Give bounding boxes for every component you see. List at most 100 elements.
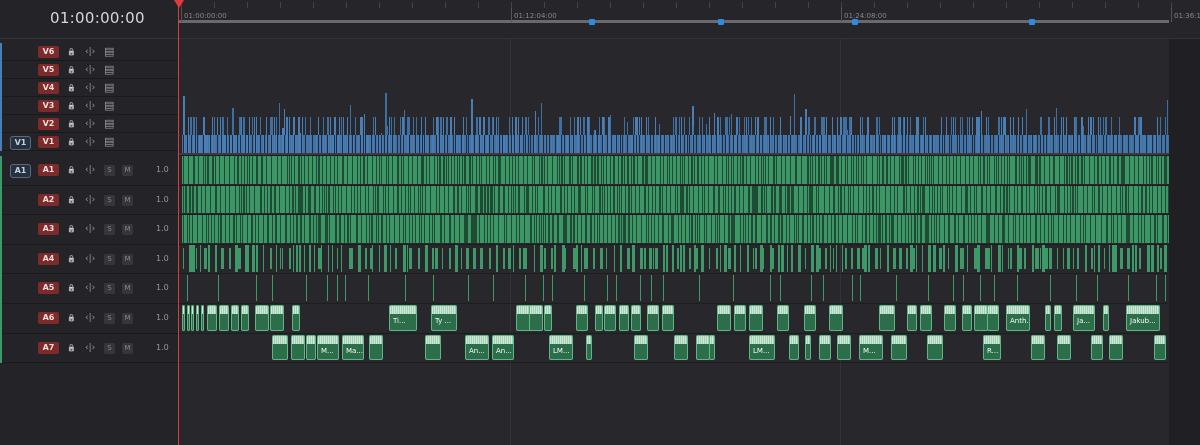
audio-clip[interactable]	[281, 247, 283, 270]
audio-clip[interactable]	[369, 334, 383, 361]
audio-clip[interactable]	[920, 305, 932, 331]
audio-clip[interactable]: LM...	[549, 334, 573, 361]
audio-clip[interactable]	[1127, 247, 1131, 270]
audio-clip[interactable]	[525, 247, 527, 270]
audio-clip[interactable]	[907, 305, 917, 331]
audio-clip[interactable]	[1056, 247, 1058, 270]
mute-button[interactable]: M	[122, 313, 133, 324]
audio-clip[interactable]	[896, 275, 898, 301]
audio-clip[interactable]	[309, 244, 312, 273]
audio-clip[interactable]	[674, 334, 688, 361]
audio-clip[interactable]: Ma...	[342, 334, 364, 361]
audio-clip[interactable]	[1132, 244, 1135, 273]
audio-track-header-a5[interactable]: A5 🔒 ‹|› S M 1.0	[0, 274, 178, 304]
lock-icon[interactable]: 🔒	[67, 253, 76, 265]
audio-clip[interactable]	[1146, 244, 1150, 273]
audio-clip[interactable]	[993, 275, 995, 301]
audio-clip[interactable]	[395, 247, 398, 270]
audio-clip[interactable]	[626, 247, 630, 270]
audio-clip[interactable]	[352, 247, 354, 270]
audio-track-header-a3[interactable]: A3 🔒 ‹|› S M 1.0	[0, 215, 178, 245]
audio-clip[interactable]	[955, 244, 959, 273]
audio-clip[interactable]	[805, 334, 811, 361]
audio-clip[interactable]	[698, 275, 700, 301]
timeline-marker[interactable]	[1029, 19, 1035, 25]
audio-clip[interactable]	[921, 244, 923, 273]
timeline-marker[interactable]	[718, 19, 724, 25]
audio-clip[interactable]	[240, 247, 242, 270]
audio-clip[interactable]	[906, 247, 909, 270]
audio-clip[interactable]	[1010, 247, 1013, 270]
audio-clip[interactable]	[229, 247, 232, 270]
audio-clip[interactable]	[207, 305, 217, 331]
audio-clip[interactable]: Anth...	[1006, 305, 1030, 331]
audio-clip[interactable]	[1066, 247, 1070, 270]
audio-clip[interactable]	[187, 275, 188, 301]
audio-clip[interactable]	[252, 244, 256, 273]
audio-clip[interactable]	[196, 247, 198, 270]
mute-button[interactable]: M	[122, 342, 133, 354]
audio-clip[interactable]	[256, 244, 259, 273]
audio-clip[interactable]	[963, 275, 965, 301]
video-track-header-v2[interactable]: V2 🔒 ‹|› ▤	[0, 115, 178, 133]
film-icon[interactable]: ▤	[104, 100, 114, 112]
track-label[interactable]: A6	[38, 312, 59, 324]
auto-select-icon[interactable]: ‹|›	[85, 164, 95, 176]
audio-clip[interactable]	[1084, 244, 1087, 273]
playhead-handle[interactable]	[174, 0, 184, 8]
audio-clip[interactable]	[942, 244, 945, 273]
timeline-ruler[interactable]: 01:00:00:00 01:12:04:00 01:24:08:00 01:36:1…	[179, 0, 1200, 39]
audio-clip[interactable]	[248, 244, 250, 273]
audio-clip[interactable]	[410, 247, 412, 270]
audio-clip[interactable]: Ja...	[1073, 305, 1095, 331]
audio-clip[interactable]	[1031, 334, 1045, 361]
mute-button[interactable]: M	[122, 224, 133, 236]
audio-clip[interactable]	[214, 244, 217, 273]
audio-clip[interactable]	[755, 247, 758, 270]
audio-clip[interactable]	[435, 247, 439, 270]
lock-icon[interactable]: 🔒	[67, 82, 76, 94]
mute-button[interactable]: M	[122, 194, 133, 206]
audio-clip[interactable]	[632, 244, 636, 273]
audio-clip[interactable]	[418, 247, 421, 270]
audio-clip[interactable]	[879, 247, 881, 270]
audio-clip[interactable]	[289, 247, 292, 270]
audio-clip[interactable]	[696, 334, 710, 361]
audio-clip[interactable]: Ty ...	[431, 305, 457, 331]
lock-icon[interactable]: 🔒	[67, 118, 76, 130]
audio-clip[interactable]	[218, 275, 220, 301]
audio-clip[interactable]	[829, 244, 831, 273]
audio-clip[interactable]	[255, 275, 257, 301]
audio-clip[interactable]	[716, 247, 719, 270]
mute-button[interactable]: M	[122, 283, 133, 295]
audio-clip[interactable]	[662, 305, 674, 331]
audio-clip[interactable]	[291, 334, 305, 361]
audio-clip[interactable]	[887, 244, 890, 273]
audio-clip[interactable]	[1075, 275, 1077, 301]
audio-clip[interactable]	[640, 275, 642, 301]
auto-select-icon[interactable]: ‹|›	[85, 312, 95, 324]
audio-clip[interactable]	[425, 334, 441, 361]
audio-clip[interactable]	[328, 244, 330, 273]
audio-clip[interactable]: R...	[983, 334, 1001, 361]
audio-clip[interactable]	[619, 244, 622, 273]
audio-clip[interactable]	[524, 275, 526, 301]
audio-clip[interactable]	[593, 247, 596, 270]
audio-clip[interactable]	[688, 247, 691, 270]
video-track-header-v3[interactable]: V3 🔒 ‹|› ▤	[0, 97, 178, 115]
film-icon[interactable]: ▤	[104, 118, 114, 130]
audio-clip[interactable]	[810, 244, 814, 273]
track-label[interactable]: V3	[38, 100, 59, 112]
solo-button[interactable]: S	[104, 253, 115, 265]
audio-clip[interactable]	[708, 247, 710, 270]
audio-clip[interactable]	[893, 247, 897, 270]
auto-select-icon[interactable]: ‹|›	[85, 253, 95, 265]
audio-clip[interactable]	[837, 334, 851, 361]
lock-icon[interactable]: 🔒	[67, 136, 76, 148]
solo-button[interactable]: S	[104, 165, 115, 176]
audio-clip[interactable]	[182, 305, 185, 331]
audio-clip[interactable]	[640, 247, 643, 270]
audio-clip[interactable]	[554, 244, 557, 273]
audio-clip[interactable]	[805, 247, 807, 270]
audio-clip[interactable]	[634, 334, 648, 361]
